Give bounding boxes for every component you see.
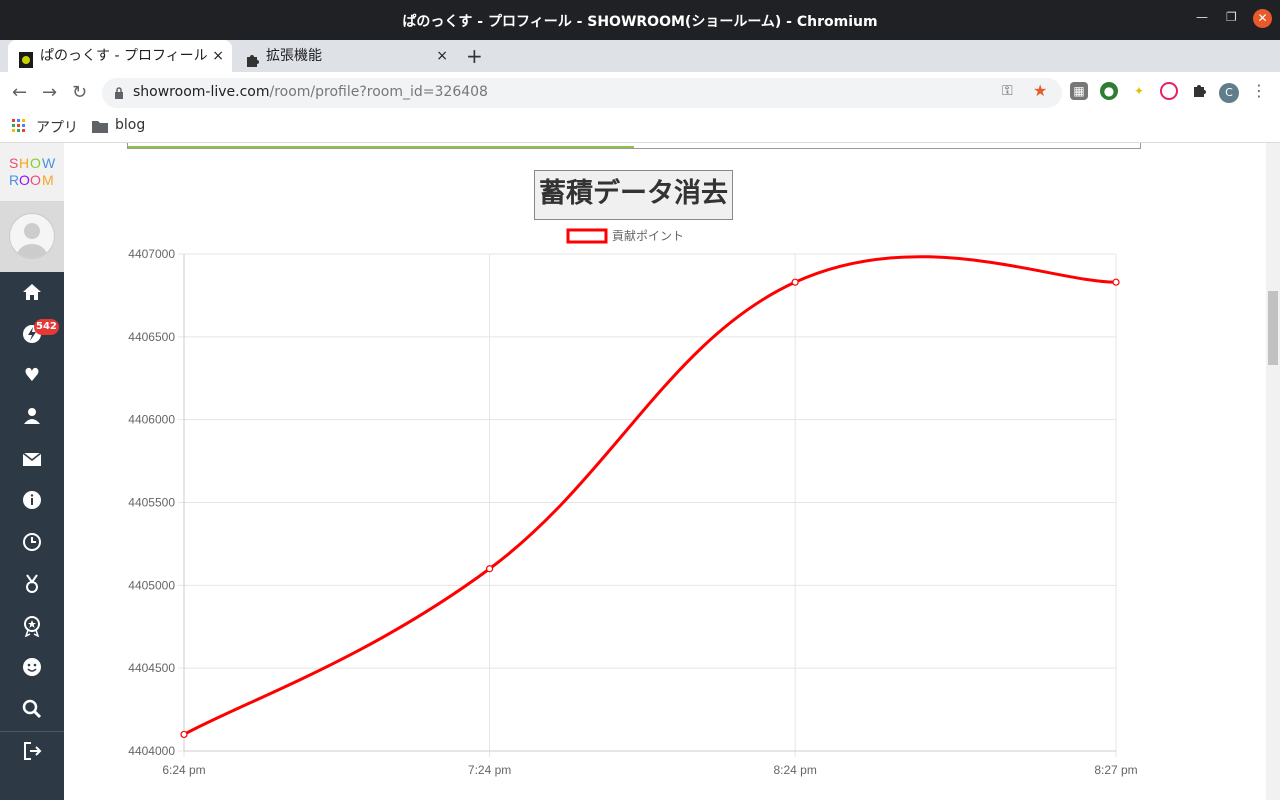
svg-text:R: R bbox=[9, 172, 19, 188]
person-icon[interactable] bbox=[20, 405, 44, 429]
url-path: /room/profile?room_id=326408 bbox=[269, 84, 488, 100]
folder-icon[interactable] bbox=[92, 119, 108, 137]
svg-text:O: O bbox=[30, 172, 41, 188]
page-content: SHOW ROOM 542 ♥ 蓄積データ消去 4404000 4404500 … bbox=[0, 143, 1280, 800]
x-tick-label: 7:24 pm bbox=[468, 763, 511, 777]
y-tick-label: 4404000 bbox=[128, 744, 175, 758]
y-tick-label: 4406500 bbox=[128, 330, 175, 344]
apps-grid-icon[interactable] bbox=[12, 119, 26, 137]
sidebar: SHOW ROOM 542 ♥ bbox=[0, 143, 64, 800]
tab-label: ぱのっくす - プロフィール bbox=[40, 48, 208, 64]
y-tick-label: 4404500 bbox=[128, 661, 175, 675]
sidebar-divider bbox=[0, 731, 64, 732]
data-point bbox=[180, 730, 188, 739]
close-window-icon[interactable]: ✕ bbox=[1253, 9, 1272, 28]
forward-icon[interactable]: → bbox=[42, 82, 57, 103]
key-icon[interactable]: ⚿ bbox=[1002, 83, 1013, 99]
new-tab-button[interactable]: + bbox=[466, 40, 483, 72]
legend-label: 貢献ポイント bbox=[612, 228, 684, 243]
x-tick-label: 6:24 pm bbox=[162, 763, 205, 777]
close-tab-icon[interactable]: × bbox=[436, 40, 448, 72]
svg-text:M: M bbox=[42, 172, 54, 188]
tab-strip: ぱのっくす - プロフィール × 拡張機能 × bbox=[0, 40, 1280, 72]
showroom-logo[interactable]: SHOW ROOM bbox=[0, 143, 64, 201]
clock-icon[interactable] bbox=[20, 531, 44, 555]
lock-icon bbox=[114, 85, 124, 99]
y-tick-label: 4407000 bbox=[128, 247, 175, 261]
award-ribbon-icon[interactable] bbox=[20, 615, 44, 639]
medal-icon[interactable] bbox=[20, 573, 44, 597]
reload-icon[interactable]: ↻ bbox=[72, 82, 87, 103]
legend-swatch bbox=[566, 228, 608, 244]
close-tab-icon[interactable]: × bbox=[212, 40, 224, 72]
mail-icon[interactable] bbox=[20, 448, 44, 472]
showroom-favicon-icon bbox=[18, 48, 34, 68]
svg-text:O: O bbox=[19, 172, 30, 188]
x-tick-label: 8:24 pm bbox=[773, 763, 816, 777]
url-text: showroom-live.com/room/profile?room_id=3… bbox=[133, 84, 488, 100]
data-point bbox=[1112, 278, 1120, 286]
notification-badge: 542 bbox=[34, 319, 59, 335]
url-host: showroom-live.com bbox=[133, 84, 270, 100]
series-line bbox=[183, 255, 1117, 736]
data-point bbox=[791, 278, 799, 286]
user-avatar-box[interactable] bbox=[0, 201, 64, 272]
svg-text:S: S bbox=[9, 155, 18, 171]
search-icon[interactable] bbox=[20, 698, 44, 722]
extension-icon[interactable]: ✦ bbox=[1130, 82, 1148, 100]
profile-avatar[interactable]: C bbox=[1219, 83, 1239, 103]
extension-icon[interactable]: ● bbox=[1100, 82, 1118, 100]
extension-icon[interactable]: ▦ bbox=[1070, 82, 1088, 100]
bookmarks-bar: アプリ blog bbox=[0, 112, 1280, 143]
svg-text:O: O bbox=[30, 155, 41, 171]
avatar[interactable] bbox=[9, 213, 55, 259]
scrollbar[interactable] bbox=[1266, 143, 1280, 800]
home-icon[interactable] bbox=[20, 281, 44, 305]
svg-text:H: H bbox=[19, 155, 29, 171]
logout-icon[interactable] bbox=[20, 740, 44, 764]
menu-kebab-icon[interactable]: ⋮ bbox=[1250, 82, 1268, 100]
window-titlebar: ぱのっくす - プロフィール - SHOWROOM(ショールーム) - Chro… bbox=[0, 0, 1280, 40]
window-title: ぱのっくす - プロフィール - SHOWROOM(ショールーム) - Chro… bbox=[402, 14, 878, 30]
info-icon[interactable] bbox=[20, 489, 44, 513]
extension-icon[interactable] bbox=[1160, 82, 1178, 100]
bookmark-apps[interactable]: アプリ bbox=[36, 117, 78, 137]
minimize-icon[interactable]: — bbox=[1196, 10, 1208, 24]
y-tick-label: 4405000 bbox=[128, 578, 175, 592]
tab-profile[interactable]: ぱのっくす - プロフィール × bbox=[8, 40, 232, 72]
data-point bbox=[485, 565, 494, 573]
scrollbar-thumb[interactable] bbox=[1268, 291, 1278, 365]
bookmark-blog[interactable]: blog bbox=[115, 117, 145, 133]
puzzle-icon bbox=[244, 48, 260, 67]
y-tick-label: 4405500 bbox=[128, 496, 175, 510]
tab-extensions[interactable]: 拡張機能 × bbox=[234, 40, 456, 72]
back-icon[interactable]: ← bbox=[12, 82, 27, 103]
maximize-icon[interactable]: ❐ bbox=[1226, 10, 1237, 24]
tab-label: 拡張機能 bbox=[266, 48, 322, 64]
contribution-chart: 4404000 4404500 4405000 4405500 4406000 44065… bbox=[128, 228, 1137, 777]
svg-text:W: W bbox=[42, 155, 56, 171]
heart-icon[interactable]: ♥ bbox=[20, 364, 44, 388]
y-tick-label: 4406000 bbox=[128, 413, 175, 427]
bookmark-star-icon[interactable]: ★ bbox=[1033, 81, 1047, 100]
address-bar[interactable]: showroom-live.com/room/profile?room_id=3… bbox=[102, 78, 1062, 108]
smiley-icon[interactable] bbox=[20, 656, 44, 680]
x-tick-label: 8:27 pm bbox=[1094, 763, 1137, 777]
extensions-puzzle-icon[interactable] bbox=[1190, 82, 1208, 100]
